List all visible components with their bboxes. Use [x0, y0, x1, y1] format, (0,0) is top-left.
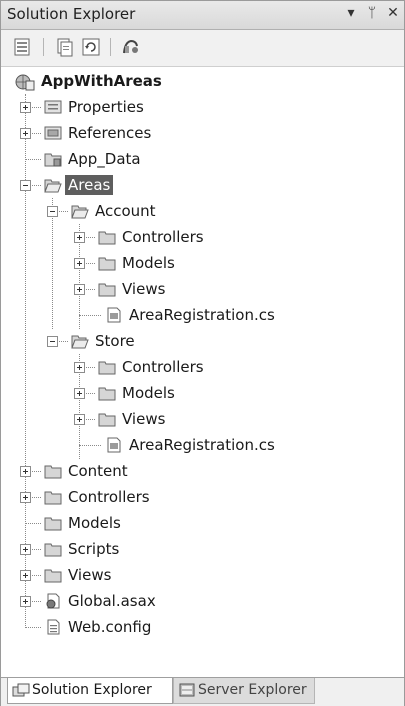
- expand-views-icon[interactable]: [20, 570, 31, 581]
- global-asax-icon: [46, 593, 60, 609]
- tree-branch-line: [25, 523, 41, 524]
- folder-icon: [98, 283, 116, 297]
- expand-global-asax-icon[interactable]: [20, 596, 31, 607]
- expand-references-icon[interactable]: [20, 128, 31, 139]
- folder-icon: [98, 361, 116, 375]
- tree-item-label: Views: [122, 280, 166, 298]
- close-icon[interactable]: ✕: [385, 5, 401, 21]
- tab-label: Solution Explorer: [32, 682, 152, 698]
- tree-item-label: Content: [68, 462, 128, 480]
- tab-solution-explorer[interactable]: Solution Explorer: [7, 678, 173, 704]
- auto-hide-pin-icon[interactable]: ᛘ: [364, 5, 380, 21]
- toolbar-separator: [110, 38, 111, 56]
- expand-store-controllers-icon[interactable]: [74, 362, 85, 373]
- tree-branch-line: [79, 315, 101, 316]
- properties-icon[interactable]: [13, 37, 33, 57]
- expand-properties-icon[interactable]: [20, 102, 31, 113]
- collapse-areas-icon[interactable]: [20, 180, 31, 191]
- expand-store-models-icon[interactable]: [74, 388, 85, 399]
- tab-label: Server Explorer: [198, 682, 307, 698]
- tree-item-label: References: [68, 124, 152, 142]
- tree-item-label: Models: [68, 514, 121, 532]
- tree-branch-line: [25, 627, 41, 628]
- folder-icon: [98, 387, 116, 401]
- solution-explorer-toolbar: [1, 30, 404, 67]
- tree-item-label: AreaRegistration.cs: [129, 306, 275, 324]
- server-explorer-icon: [179, 683, 195, 697]
- expand-account-controllers-icon[interactable]: [74, 232, 85, 243]
- toolbar-separator: [43, 38, 44, 56]
- tree-item-label: Controllers: [122, 228, 204, 246]
- tree-item-label: Scripts: [68, 540, 120, 558]
- tree-item-label: Areas: [65, 175, 114, 195]
- csharp-file-icon: [107, 307, 121, 323]
- tree-item-label: Global.asax: [68, 592, 156, 610]
- bottom-tab-strip: Solution Explorer Server Explorer: [1, 677, 404, 706]
- tree-item-label: Controllers: [68, 488, 150, 506]
- properties-folder-icon: [44, 100, 62, 114]
- window-position-dropdown-icon[interactable]: ▾: [343, 5, 359, 21]
- folder-icon: [98, 257, 116, 271]
- solution-explorer-panel: Solution Explorer ▾ ᛘ ✕ AppWithAreas Pro…: [0, 0, 405, 706]
- folder-icon: [44, 153, 62, 167]
- refresh-icon[interactable]: [81, 37, 101, 57]
- folder-icon: [44, 491, 62, 505]
- expand-account-views-icon[interactable]: [74, 284, 85, 295]
- open-folder-icon: [71, 205, 89, 219]
- tree-branch-line: [25, 159, 41, 160]
- folder-icon: [98, 231, 116, 245]
- collapse-store-icon[interactable]: [47, 336, 58, 347]
- tree-item-label: Account: [95, 202, 156, 220]
- tree-item-label: AppWithAreas: [41, 72, 162, 90]
- show-all-files-icon[interactable]: [55, 37, 75, 57]
- tab-server-explorer[interactable]: Server Explorer: [173, 678, 315, 704]
- expand-account-models-icon[interactable]: [74, 258, 85, 269]
- folder-icon: [44, 543, 62, 557]
- web-project-icon: [15, 74, 35, 91]
- tree-item-label: Views: [122, 410, 166, 428]
- tree-item-label: Store: [95, 332, 135, 350]
- expand-store-views-icon[interactable]: [74, 414, 85, 425]
- open-folder-icon: [71, 335, 89, 349]
- tree-item-label: Models: [122, 384, 175, 402]
- expand-content-icon[interactable]: [20, 466, 31, 477]
- tree-item-label: Controllers: [122, 358, 204, 376]
- tree-item-label: Models: [122, 254, 175, 272]
- folder-icon: [98, 413, 116, 427]
- tree-item-label: Web.config: [68, 618, 152, 636]
- tree-guide-line: [52, 198, 53, 329]
- folder-icon: [44, 569, 62, 583]
- panel-title: Solution Explorer: [7, 5, 136, 23]
- solution-tree: AppWithAreas Properties References App_D…: [1, 67, 404, 649]
- csharp-file-icon: [107, 437, 121, 453]
- references-icon: [44, 126, 62, 140]
- folder-icon: [44, 465, 62, 479]
- expand-controllers-icon[interactable]: [20, 492, 31, 503]
- tree-branch-line: [79, 445, 101, 446]
- folder-icon: [44, 517, 62, 531]
- tree-item-label: AreaRegistration.cs: [129, 436, 275, 454]
- open-folder-icon: [44, 179, 62, 193]
- collapse-account-icon[interactable]: [47, 206, 58, 217]
- config-file-icon: [47, 619, 60, 635]
- tree-item-label: App_Data: [68, 150, 141, 168]
- expand-scripts-icon[interactable]: [20, 544, 31, 555]
- solution-explorer-icon: [12, 683, 30, 697]
- tree-item-label: Views: [68, 566, 112, 584]
- tree-item-label: Properties: [68, 98, 144, 116]
- class-diagram-icon[interactable]: [121, 37, 141, 57]
- panel-title-bar: Solution Explorer ▾ ᛘ ✕: [1, 1, 404, 30]
